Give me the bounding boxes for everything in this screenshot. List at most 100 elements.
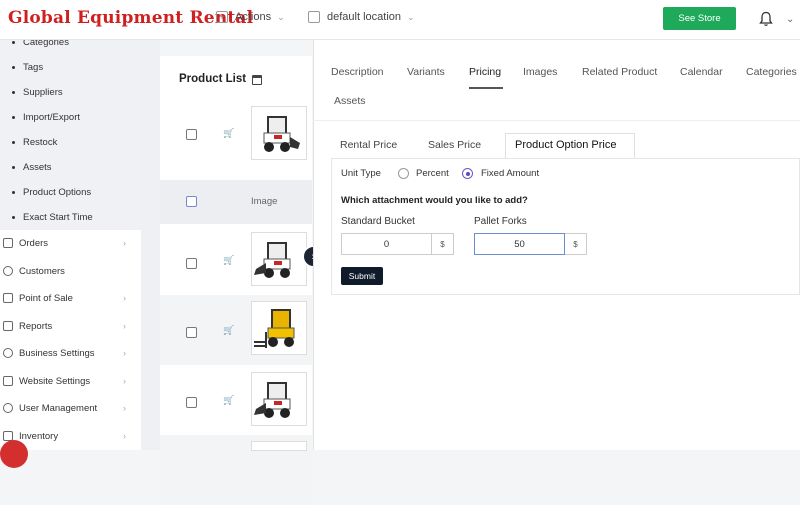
- calendar-icon[interactable]: [252, 75, 262, 85]
- product-thumbnail: [251, 232, 307, 286]
- monitor-icon: [3, 376, 13, 386]
- chevron-right-icon: ›: [123, 321, 126, 331]
- skid-steer-image: [254, 382, 291, 418]
- chat-bubble-icon[interactable]: [0, 440, 28, 468]
- sidebar-subitem-restock[interactable]: Restock: [12, 137, 57, 148]
- sidebar-subitem-product-options[interactable]: Product Options: [12, 187, 91, 198]
- bell-icon[interactable]: [759, 11, 773, 27]
- sidebar-item-reports[interactable]: Reports ›: [0, 316, 141, 336]
- actions-menu[interactable]: + Actions ⌄: [216, 11, 285, 23]
- bullet-icon: [12, 191, 15, 194]
- tab-description[interactable]: Description: [331, 66, 384, 78]
- table-row[interactable]: 🛒: [160, 295, 312, 365]
- row-checkbox[interactable]: [186, 397, 197, 408]
- sidebar-subitem-import-export[interactable]: Import/Export: [12, 112, 80, 123]
- sidebar-item-business-settings[interactable]: Business Settings ›: [0, 343, 141, 363]
- sidebar-subitem-categories[interactable]: Categories: [12, 40, 69, 48]
- user-icon: [3, 403, 13, 413]
- select-all-checkbox[interactable]: [186, 196, 197, 207]
- see-store-button[interactable]: See Store: [663, 7, 736, 30]
- tab-related-product[interactable]: Related Product: [582, 66, 657, 78]
- sidebar-item-user-management[interactable]: User Management ›: [0, 398, 141, 418]
- skid-steer-image: [263, 116, 300, 152]
- bullet-icon: [12, 166, 15, 169]
- table-row[interactable]: 🛒: [160, 98, 312, 168]
- chevron-right-icon: ›: [123, 376, 126, 386]
- cart-icon[interactable]: 🛒: [223, 395, 234, 406]
- standard-bucket-input[interactable]: [341, 233, 432, 255]
- currency-suffix: $: [565, 233, 587, 255]
- orders-icon: [3, 238, 13, 248]
- sidebar-gutter: [141, 40, 160, 450]
- actions-label: Actions: [235, 11, 272, 23]
- bullet-icon: [12, 41, 15, 44]
- radio-fixed-amount[interactable]: [462, 168, 473, 179]
- subtab-product-option-price[interactable]: Product Option Price: [515, 139, 617, 151]
- table-header: Image: [160, 180, 312, 224]
- chevron-right-icon: ›: [123, 431, 126, 441]
- product-thumbnail: [251, 372, 307, 426]
- pallet-forks-label: Pallet Forks: [474, 216, 527, 227]
- sidebar-item-customers[interactable]: Customers: [0, 261, 141, 281]
- chevron-right-icon: ›: [123, 348, 126, 358]
- pallet-forks-input[interactable]: [474, 233, 565, 255]
- row-checkbox[interactable]: [186, 258, 197, 269]
- plus-square-icon: +: [216, 11, 228, 23]
- chevron-down-icon[interactable]: ⌄: [786, 14, 794, 25]
- cart-icon[interactable]: 🛒: [223, 325, 234, 336]
- bullet-icon: [12, 141, 15, 144]
- table-row[interactable]: 🛒: [160, 365, 312, 435]
- chevron-right-icon: ›: [123, 238, 126, 248]
- sidebar-subitem-suppliers[interactable]: Suppliers: [12, 87, 63, 98]
- bullet-icon: [12, 66, 15, 69]
- sidebar-item-orders[interactable]: Orders ›: [0, 233, 141, 253]
- table-row[interactable]: [160, 435, 312, 505]
- row-checkbox[interactable]: [186, 129, 197, 140]
- row-checkbox[interactable]: [186, 327, 197, 338]
- tab-pricing[interactable]: Pricing: [469, 66, 501, 78]
- chevron-down-icon: ⌄: [277, 11, 285, 22]
- product-thumbnail: [251, 301, 307, 355]
- gear-icon: [3, 348, 13, 358]
- sidebar-item-website-settings[interactable]: Website Settings ›: [0, 371, 141, 391]
- bullet-icon: [12, 116, 15, 119]
- sidebar-subitem-assets[interactable]: Assets: [12, 162, 52, 173]
- currency-suffix: $: [432, 233, 454, 255]
- sidebar-item-point-of-sale[interactable]: Point of Sale ›: [0, 288, 141, 308]
- bullet-icon: [12, 91, 15, 94]
- product-list-panel: Product List 🛒 Image 🛒 🛒 🛒: [160, 56, 312, 505]
- submit-button[interactable]: Submit: [341, 267, 383, 285]
- chevron-down-icon: ⌄: [407, 11, 415, 22]
- customers-icon: [3, 266, 13, 276]
- table-row[interactable]: 🛒: [160, 225, 312, 295]
- sidebar-subitem-exact-start-time[interactable]: Exact Start Time: [12, 212, 93, 223]
- tab-calendar[interactable]: Calendar: [680, 66, 723, 78]
- subtab-sales-price[interactable]: Sales Price: [428, 139, 481, 151]
- bullet-icon: [12, 216, 15, 219]
- subtab-rental-price[interactable]: Rental Price: [340, 139, 397, 151]
- reports-icon: [3, 321, 13, 331]
- unit-type-label: Unit Type: [341, 168, 381, 179]
- location-selector[interactable]: default location ⌄: [308, 11, 415, 23]
- cart-icon[interactable]: 🛒: [223, 128, 234, 139]
- tab-categories[interactable]: Categories: [746, 66, 797, 78]
- radio-percent[interactable]: [398, 168, 409, 179]
- tab-variants[interactable]: Variants: [407, 66, 445, 78]
- point-of-sale-icon: [3, 293, 13, 303]
- image-column-header: Image: [251, 196, 278, 207]
- tab-images[interactable]: Images: [523, 66, 557, 78]
- cart-icon[interactable]: 🛒: [223, 255, 234, 266]
- tab-assets[interactable]: Assets: [334, 95, 366, 107]
- tabs-divider: [313, 120, 800, 121]
- active-tab-underline: [469, 87, 503, 89]
- chevron-right-icon: ›: [123, 293, 126, 303]
- skid-steer-image: [254, 242, 291, 278]
- product-list-title: Product List: [179, 73, 247, 85]
- sidebar-subitem-tags[interactable]: Tags: [12, 62, 43, 73]
- top-bar: Global Equipment Rental + Actions ⌄ defa…: [0, 0, 800, 40]
- radio-percent-label: Percent: [416, 168, 449, 179]
- location-label: default location: [327, 11, 401, 23]
- sidebar: Categories Tags Suppliers Import/Export …: [0, 40, 141, 450]
- yellow-loader-image: [254, 309, 295, 348]
- chevron-right-icon: ›: [123, 403, 126, 413]
